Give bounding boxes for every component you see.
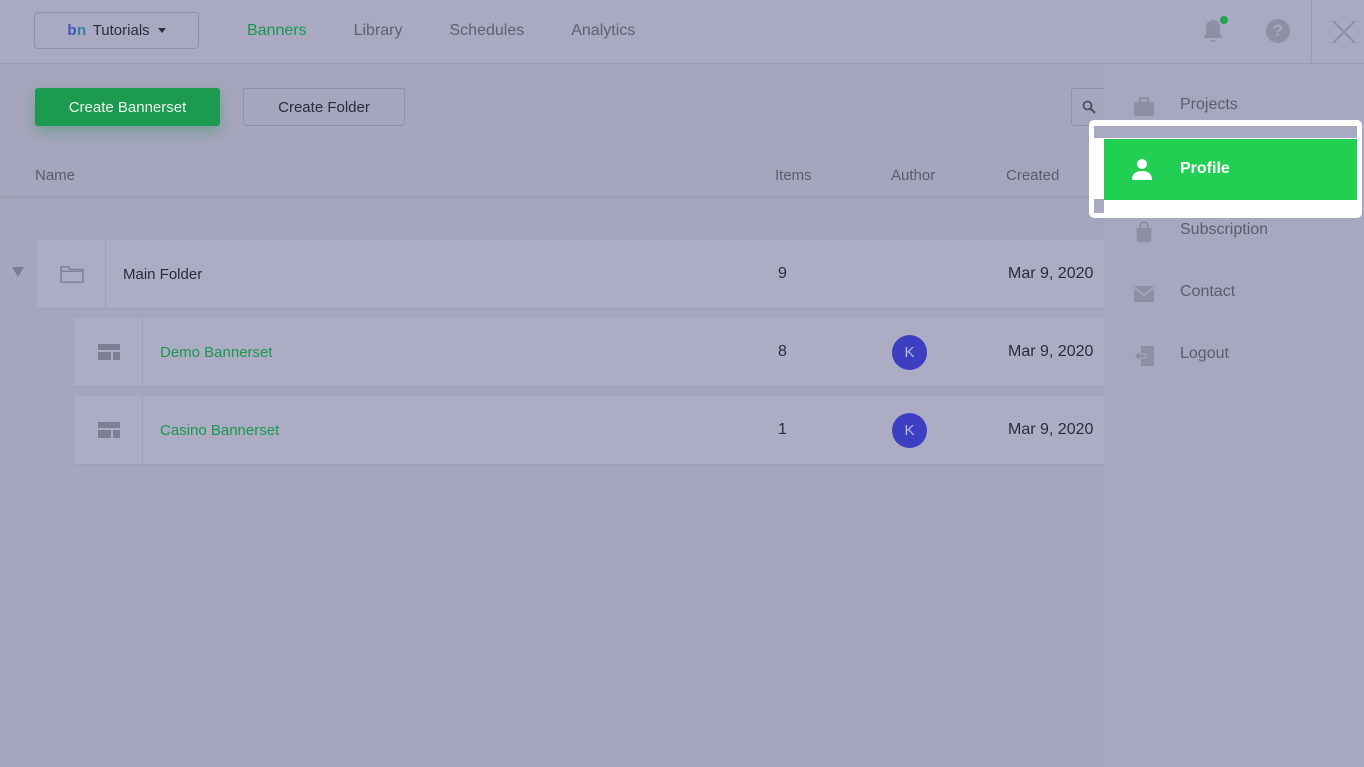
create-bannerset-button[interactable]: Create Bannerset (35, 88, 220, 126)
row-items: 9 (778, 265, 787, 282)
folder-icon (60, 266, 84, 283)
help-icon[interactable]: ? (1266, 19, 1290, 43)
user-icon (1132, 159, 1152, 180)
row-created: Mar 9, 2020 (1008, 421, 1094, 438)
row-items: 8 (778, 343, 787, 360)
bannerset-icon (98, 344, 120, 360)
table-row[interactable]: Demo Bannerset 8 K Mar 9, 2020 (74, 318, 1104, 387)
menu-item-contact[interactable]: Contact (1104, 274, 1364, 314)
app-logo: bn (67, 22, 87, 39)
highlight-frame-inner (1094, 126, 1357, 138)
workspace-name: Tutorials (92, 22, 150, 39)
column-created[interactable]: Created (1006, 167, 1059, 184)
row-name[interactable]: Main Folder (123, 266, 202, 283)
caret-down-icon (157, 28, 166, 33)
folder-icon-cell (37, 240, 106, 308)
nav-schedules[interactable]: Schedules (450, 22, 525, 40)
bannerset-icon (98, 422, 120, 438)
menu-item-logout[interactable]: Logout (1104, 336, 1364, 376)
table-row[interactable]: Main Folder 9 Mar 9, 2020 (37, 240, 1104, 309)
row-items: 1 (778, 421, 787, 438)
row-created: Mar 9, 2020 (1008, 265, 1094, 282)
notification-dot (1220, 16, 1228, 24)
row-name[interactable]: Demo Bannerset (160, 344, 273, 361)
row-name[interactable]: Casino Bannerset (160, 422, 279, 439)
expand-toggle-icon[interactable] (12, 267, 24, 277)
avatar: K (892, 335, 927, 370)
envelope-icon (1133, 286, 1155, 302)
search-icon (1082, 100, 1096, 114)
main-nav: Banners Library Schedules Analytics (247, 22, 682, 40)
table-header: Name Items Author Created (0, 155, 1104, 197)
workspace-selector[interactable]: bn Tutorials (34, 12, 199, 49)
briefcase-icon (1134, 97, 1154, 116)
table-row[interactable]: Casino Bannerset 1 K Mar 9, 2020 (74, 396, 1104, 465)
column-author[interactable]: Author (891, 167, 935, 184)
highlight-frame-inner (1094, 199, 1104, 213)
column-items[interactable]: Items (775, 167, 812, 184)
menu-item-subscription[interactable]: Subscription (1104, 212, 1364, 252)
nav-banners[interactable]: Banners (247, 22, 307, 40)
nav-library[interactable]: Library (354, 22, 403, 40)
column-name[interactable]: Name (35, 167, 75, 184)
menu-item-profile[interactable]: Profile (1104, 139, 1357, 200)
close-icon[interactable] (1331, 19, 1357, 45)
nav-analytics[interactable]: Analytics (571, 22, 635, 40)
logout-icon (1133, 346, 1154, 366)
shopping-bag-icon (1136, 220, 1152, 242)
create-folder-button[interactable]: Create Folder (243, 88, 405, 126)
bannerset-icon-cell (74, 396, 143, 464)
bannerset-icon-cell (74, 318, 143, 386)
avatar: K (892, 413, 927, 448)
row-created: Mar 9, 2020 (1008, 343, 1094, 360)
